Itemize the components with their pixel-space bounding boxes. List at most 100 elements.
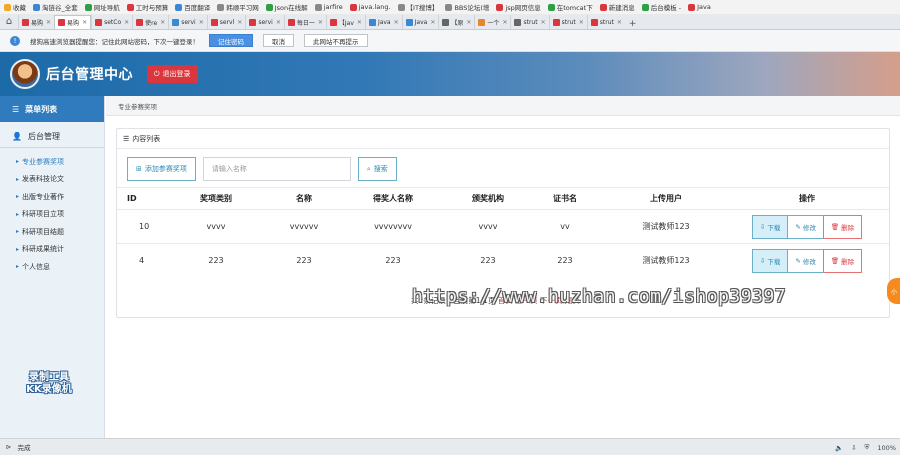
bookmark-label: Json在线解 <box>274 4 308 12</box>
edit-button[interactable]: ✎ 修改 <box>787 248 824 273</box>
sidebar-item[interactable]: ▸ 科研项目立项 <box>0 206 104 224</box>
bookmark-item[interactable]: 收藏 <box>4 2 26 12</box>
browser-tab[interactable]: servi ✕ <box>245 15 284 29</box>
bookmark-item[interactable]: 【IT搜博】 <box>397 2 438 12</box>
table-cell-user: 测试教师123 <box>642 256 690 265</box>
bookmark-item[interactable]: jsp网页信息 <box>496 2 541 12</box>
caret-right-icon: ▸ <box>16 263 20 271</box>
download-icon: ⇩ <box>759 256 766 265</box>
bookmark-item[interactable]: 百度翻译 <box>175 2 210 12</box>
download-icon[interactable]: ⇩ <box>851 444 856 452</box>
bookmark-item[interactable]: 韩顺平习网 <box>217 2 259 12</box>
browser-tab[interactable]: 【原 ✕ <box>438 15 474 29</box>
home-icon[interactable]: ⌂ <box>0 14 18 29</box>
bookmark-item[interactable]: 新建消息 <box>599 2 635 12</box>
browser-tab[interactable]: 易购 ✕ <box>18 15 54 29</box>
download-button[interactable]: ⇩ 下载 <box>751 214 789 239</box>
tab-close-icon[interactable]: ✕ <box>82 19 87 26</box>
bookmark-icon <box>314 3 322 11</box>
browser-tab[interactable]: servl ✕ <box>206 15 246 29</box>
logout-button[interactable]: ⏻ 退出登录 <box>147 65 198 83</box>
tab-close-icon[interactable]: ✕ <box>46 19 51 26</box>
sidebar-item-label: 科研项目结题 <box>22 227 65 236</box>
tab-close-icon[interactable]: ✕ <box>124 19 129 26</box>
cancel-button[interactable]: 取消 <box>263 34 294 47</box>
browser-tab[interactable]: 【Jav ✕ <box>325 15 365 29</box>
tab-close-icon[interactable]: ✕ <box>318 19 323 26</box>
menu-group-admin[interactable]: 👤 后台管理 <box>0 126 104 148</box>
browser-tab[interactable]: strut ✕ <box>548 15 587 29</box>
bookmark-item[interactable]: Java <box>688 3 711 11</box>
browser-tab[interactable]: Java ✕ <box>401 15 439 29</box>
bookmark-label: 新建消息 <box>608 4 635 12</box>
search-button[interactable]: ⌕ 搜索 <box>357 157 397 181</box>
browser-tab[interactable]: 每日一 ✕ <box>283 15 326 29</box>
bookmark-icon <box>4 3 11 11</box>
tab-favicon <box>405 18 413 26</box>
never-prompt-button[interactable]: 此网站不再提示 <box>304 34 368 47</box>
delete-button[interactable]: 🗑 删除 <box>822 248 863 273</box>
browser-tab[interactable]: Java ✕ <box>364 15 402 29</box>
sidebar-item-label: 专业参赛奖项 <box>22 157 65 166</box>
bookmark-label: BBS论坛(增 <box>454 4 490 12</box>
caret-right-icon: ▸ <box>16 228 20 236</box>
sidebar-item[interactable]: ▸ 科研成果统计 <box>0 241 104 259</box>
tab-close-icon[interactable]: ✕ <box>541 19 546 26</box>
sidebar-item[interactable]: ▸ 专业参赛奖项 <box>0 153 104 171</box>
tab-close-icon[interactable]: ✕ <box>199 19 204 26</box>
bookmark-item[interactable]: 在tomcat下 <box>547 2 593 12</box>
tab-close-icon[interactable]: ✕ <box>357 19 362 26</box>
column-header: 得奖人名称 <box>373 194 413 203</box>
tab-close-icon[interactable]: ✕ <box>502 19 507 26</box>
new-tab-icon[interactable]: + <box>625 19 641 29</box>
tab-favicon <box>442 18 450 26</box>
remember-password-button[interactable]: 记住密码 <box>209 34 253 47</box>
column-header: 颁奖机构 <box>472 194 504 203</box>
sidebar-item[interactable]: ▸ 个人信息 <box>0 258 104 276</box>
tab-close-icon[interactable]: ✕ <box>430 19 435 26</box>
tab-close-icon[interactable]: ✕ <box>276 19 281 26</box>
tab-label: strut <box>599 18 614 26</box>
sidebar-item[interactable]: ▸ 发表科技论文 <box>0 171 104 189</box>
tab-close-icon[interactable]: ✕ <box>466 19 471 26</box>
menu-group-label: 后台管理 <box>27 132 60 141</box>
sidebar-item[interactable]: ▸ 科研项目结题 <box>0 223 104 241</box>
status-text: 完成 <box>17 444 31 452</box>
bookmark-item[interactable]: 网址导航 <box>84 2 120 12</box>
tab-label: 【原 <box>451 19 464 27</box>
tab-close-icon[interactable]: ✕ <box>579 19 584 26</box>
table-cell-category: vvvv <box>206 222 226 231</box>
sidebar-item[interactable]: ▸ 出版专业著作 <box>0 188 104 206</box>
table-cell-category: 223 <box>208 256 224 265</box>
tab-close-icon[interactable]: ✕ <box>160 19 165 26</box>
tab-close-icon[interactable]: ✕ <box>617 19 622 26</box>
download-button[interactable]: ⇩ 下载 <box>751 248 789 273</box>
bookmark-item[interactable]: 后台模板 - <box>641 2 681 12</box>
row-actions: ⇩ 下载 ✎ 修改 🗑 删除 <box>725 248 889 273</box>
bookmark-item[interactable]: Json在线解 <box>265 2 308 12</box>
browser-tab[interactable]: 一个 ✕ <box>474 15 510 29</box>
browser-tab[interactable]: servi ✕ <box>168 15 207 29</box>
bookmark-icon <box>175 3 183 11</box>
shield-icon[interactable]: ⛨ <box>865 443 870 452</box>
browser-tab[interactable]: 易购 ✕ <box>54 15 92 29</box>
floating-badge[interactable]: 小 <box>887 278 900 304</box>
delete-button[interactable]: 🗑 删除 <box>822 214 863 239</box>
edit-button[interactable]: ✎ 修改 <box>787 214 824 239</box>
zoom-level[interactable]: 100% <box>877 444 896 452</box>
bookmark-item[interactable]: 淘链谷_全套 <box>33 2 78 12</box>
bookmark-item[interactable]: java.lang. <box>349 3 391 11</box>
speaker-icon[interactable]: 🔈 <box>835 444 843 452</box>
row-actions: ⇩ 下载 ✎ 修改 🗑 删除 <box>725 214 889 239</box>
bookmark-item[interactable]: BBS论坛(增 <box>445 2 489 12</box>
browser-tab[interactable]: strut ✕ <box>510 15 548 29</box>
add-award-button[interactable]: ⊞ 添加参赛奖项 <box>127 157 196 181</box>
bookmark-item[interactable]: 工时与预算 <box>126 2 168 12</box>
bookmark-item[interactable]: jarfire <box>314 3 343 11</box>
browser-tab[interactable]: setCo ✕ <box>91 15 132 29</box>
search-input[interactable] <box>202 157 351 181</box>
tab-close-icon[interactable]: ✕ <box>394 19 399 26</box>
tab-close-icon[interactable]: ✕ <box>237 19 242 26</box>
browser-tab[interactable]: strut ✕ <box>586 15 625 29</box>
browser-tab[interactable]: 使re ✕ <box>132 15 168 29</box>
